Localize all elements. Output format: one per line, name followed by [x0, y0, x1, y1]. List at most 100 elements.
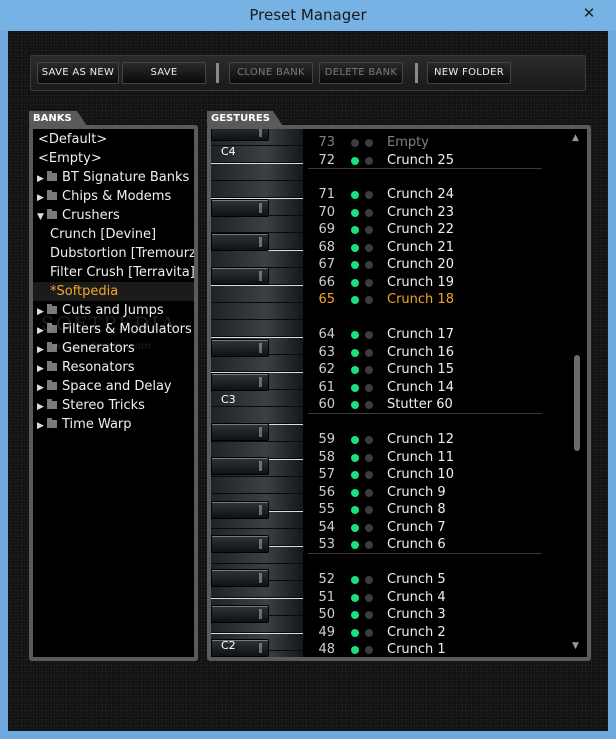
black-key[interactable] [211, 501, 269, 519]
bank-folder[interactable]: ▶ Space and Delay [33, 377, 194, 396]
status-dot-icon [351, 226, 359, 234]
folder-icon [47, 418, 57, 428]
gesture-row[interactable]: 66 Crunch 19 [311, 274, 581, 292]
gesture-row[interactable]: 58 Crunch 11 [311, 449, 581, 467]
black-key[interactable] [211, 535, 269, 553]
bank-item[interactable]: *Softpedia [33, 282, 194, 301]
gesture-row[interactable]: 50 Crunch 3 [311, 606, 581, 624]
gesture-row[interactable]: 70 Crunch 23 [311, 204, 581, 222]
title-bar: Preset Manager ✕ [0, 0, 616, 31]
white-key[interactable] [211, 163, 303, 181]
gesture-row[interactable]: 62 Crunch 15 [311, 361, 581, 379]
folder-icon [47, 209, 57, 219]
bank-item-label: <Empty> [38, 151, 102, 166]
white-key[interactable] [211, 285, 303, 303]
expand-right-icon[interactable]: ▶ [37, 417, 47, 436]
white-key[interactable] [211, 407, 303, 425]
black-key[interactable] [211, 373, 269, 391]
banks-tab: BANKS [29, 111, 87, 126]
gesture-number: 50 [318, 607, 335, 622]
status-dot-icon [351, 646, 359, 654]
white-key[interactable] [211, 477, 303, 494]
octave-divider [308, 168, 542, 169]
white-key[interactable] [211, 303, 303, 320]
black-key[interactable] [211, 605, 269, 623]
bank-folder[interactable]: ▶ Time Warp [33, 415, 194, 436]
gesture-name: Crunch 11 [387, 449, 454, 465]
gesture-number: 51 [318, 589, 335, 605]
clone-bank-button[interactable]: CLONE BANK [229, 62, 313, 84]
black-key[interactable] [211, 129, 269, 141]
gesture-row[interactable]: 55 Crunch 8 [311, 501, 581, 519]
white-key[interactable] [211, 181, 303, 199]
black-key[interactable] [211, 569, 269, 587]
gesture-row[interactable]: 68 Crunch 21 [311, 239, 581, 257]
scroll-down-icon[interactable]: ▼ [572, 641, 579, 651]
gesture-row[interactable]: 48 Crunch 1 [311, 641, 581, 657]
bank-item[interactable]: Dubstortion [Tremourz] [33, 244, 194, 263]
bank-item[interactable]: <Empty> [33, 149, 194, 168]
bank-folder[interactable]: ▶ BT Signature Banks [33, 168, 194, 187]
gesture-row[interactable]: 71 Crunch 24 [311, 186, 581, 204]
status-dot-icon [351, 436, 359, 444]
white-key[interactable] [211, 216, 303, 233]
black-key[interactable] [211, 267, 269, 285]
bank-item[interactable]: Filter Crush [Terravita] [33, 263, 194, 282]
gesture-row[interactable]: 59 Crunch 12 [311, 431, 581, 449]
octave-label: C4 [221, 145, 236, 158]
piano-keyboard[interactable]: C4 C3 C2 [211, 129, 303, 657]
scroll-up-icon[interactable]: ▲ [572, 133, 579, 143]
save-button[interactable]: SAVE [122, 62, 206, 84]
gesture-row[interactable]: 57 Crunch 10 [311, 466, 581, 484]
black-key[interactable] [211, 233, 269, 251]
status-dot-icon [351, 576, 359, 584]
gesture-row[interactable]: 64 Crunch 17 [311, 326, 581, 344]
gesture-name: Crunch 9 [387, 484, 446, 500]
black-key[interactable] [211, 339, 269, 357]
gesture-row[interactable]: 60 Stutter 60 [311, 396, 581, 414]
gesture-name: Crunch 18 [387, 292, 454, 307]
gesture-row[interactable]: 51 Crunch 4 [311, 589, 581, 607]
gesture-row[interactable]: 56 Crunch 9 [311, 484, 581, 502]
scroll-thumb[interactable] [574, 355, 580, 451]
bank-item-label: Crushers [62, 208, 120, 223]
black-key[interactable] [211, 423, 269, 441]
gesture-row[interactable]: 52 Crunch 5 [311, 571, 581, 589]
gesture-row[interactable]: 72 Crunch 25 [311, 152, 581, 170]
gesture-number: 68 [318, 239, 335, 255]
gesture-name: Crunch 2 [387, 624, 446, 640]
gestures-scrollbar[interactable]: ▲ ▼ [571, 129, 583, 657]
octave-divider [308, 553, 542, 554]
black-key[interactable] [211, 457, 269, 475]
bank-item[interactable]: Crunch [Devine] [33, 225, 194, 244]
black-key[interactable] [211, 639, 269, 657]
gesture-row[interactable]: 69 Crunch 22 [311, 221, 581, 239]
gesture-row[interactable]: 67 Crunch 20 [311, 256, 581, 274]
bank-folder[interactable]: ▶ Resonators [33, 358, 194, 377]
gesture-row[interactable]: 65 Crunch 18 [311, 291, 581, 309]
bank-folder[interactable]: ▶ Stereo Tricks [33, 396, 194, 415]
status-dot-icon [365, 506, 373, 514]
bank-item-label: BT Signature Banks [62, 170, 190, 185]
white-key[interactable] [211, 355, 303, 373]
bank-item[interactable]: <Default> [33, 130, 194, 149]
gesture-row[interactable]: 63 Crunch 16 [311, 344, 581, 362]
white-key[interactable] [211, 250, 303, 268]
gesture-row[interactable]: 61 Crunch 14 [311, 379, 581, 397]
black-key[interactable] [211, 199, 269, 217]
bank-folder[interactable]: ▶ Chips & Modems [33, 187, 194, 206]
gesture-row[interactable]: 49 Crunch 2 [311, 624, 581, 642]
gesture-row[interactable]: 54 Crunch 7 [311, 519, 581, 537]
save-as-new-button[interactable]: SAVE AS NEW [37, 62, 119, 84]
status-dot-icon [365, 401, 373, 409]
gesture-row[interactable]: 53 Crunch 6 [311, 536, 581, 554]
gesture-number: 67 [318, 257, 335, 272]
white-key[interactable] [211, 320, 303, 338]
bank-folder[interactable]: ▼ Crushers [33, 206, 194, 225]
gesture-name: Crunch 5 [387, 572, 446, 587]
new-folder-button[interactable]: NEW FOLDER [427, 62, 511, 84]
gesture-row[interactable]: 73 Empty [311, 134, 581, 152]
delete-bank-button[interactable]: DELETE BANK [319, 62, 403, 84]
status-dot-icon [365, 261, 373, 269]
close-icon[interactable]: ✕ [582, 6, 596, 21]
